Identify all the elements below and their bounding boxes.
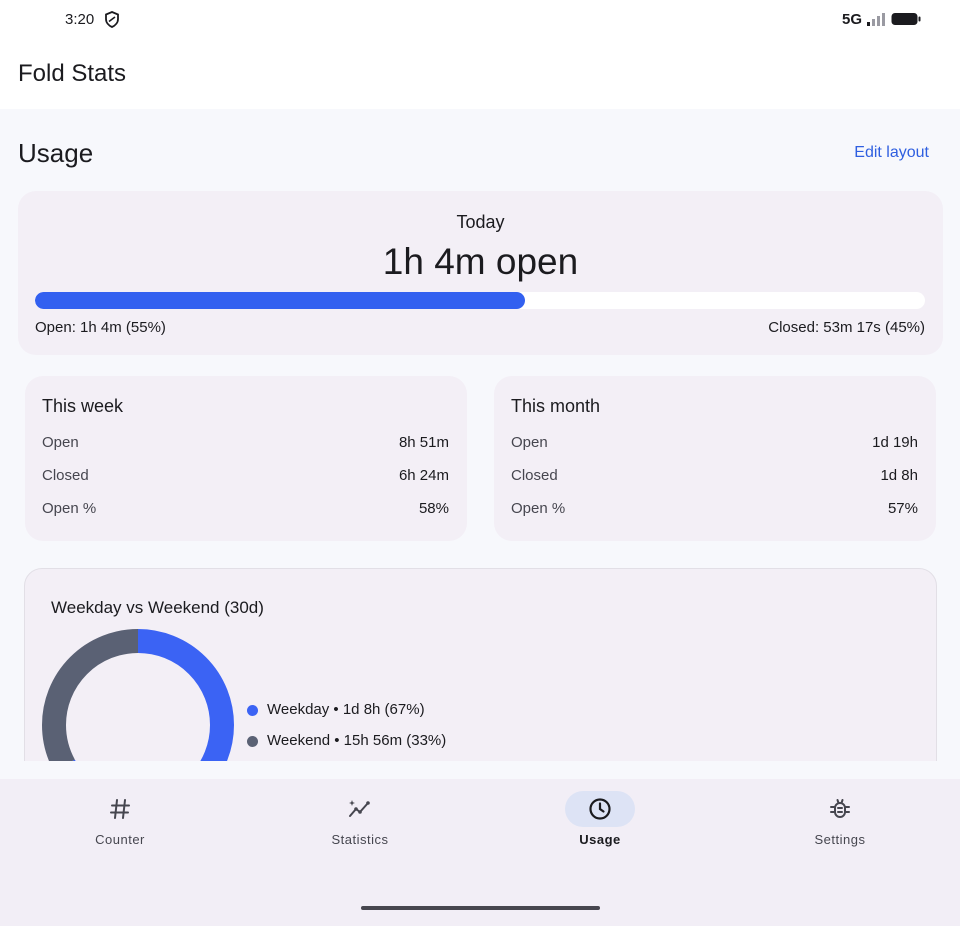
home-indicator[interactable] [361,906,600,910]
stat-label: Closed [42,467,89,484]
stat-value: 1d 19h [872,434,918,451]
today-label: Today [456,212,505,232]
clock-icon [589,798,611,820]
weekend-legend-text: Weekend • 15h 56m (33%) [267,732,447,749]
nav-icon-container [85,791,155,827]
stat-value: 8h 51m [398,434,449,451]
stat-label: Open [511,434,548,451]
nav-item-statistics[interactable]: Statistics [240,779,480,879]
today-closed-text: Closed: 53m 17s (45%) [768,319,925,336]
signal-icon [867,13,885,26]
edit-layout-button[interactable]: Edit layout [854,144,929,162]
shield-icon [105,11,119,28]
nav-label-counter: Counter [95,832,145,847]
weekday-legend-dot [247,705,258,716]
stat-label: Closed [511,467,558,484]
this-month-card: This month Open 1d 19h Closed 1d 8h Open… [494,376,936,541]
bottom-navigation: Counter Statistics Usage Settings [0,779,960,926]
nav-label-settings: Settings [814,832,866,847]
today-open-value: 1h 4m open [382,241,579,282]
nav-icon-container [325,791,395,827]
nav-item-counter[interactable]: Counter [0,779,240,879]
this-week-title: This week [42,396,124,416]
week-open-row: Open 8h 51m [42,434,449,454]
this-week-card: This week Open 8h 51m Closed 6h 24m Open… [25,376,467,541]
battery-icon [891,13,921,25]
nav-item-usage[interactable]: Usage [480,779,720,879]
stat-value: 6h 24m [398,467,449,484]
app-bar: Fold Stats [0,40,960,109]
nav-icon-container [805,791,875,827]
nav-label-usage: Usage [579,832,621,847]
today-card: Today 1h 4m open Open: 1h 4m (55%) Close… [18,191,943,355]
open-progress-fill [35,292,525,309]
stat-value: 58% [418,500,449,517]
stat-value: 57% [887,500,918,517]
month-closed-row: Closed 1d 8h [511,467,918,487]
status-time: 3:20 [65,11,95,28]
hash-icon [110,799,130,819]
weekday-weekend-donut [42,629,234,761]
today-open-text: Open: 1h 4m (55%) [35,319,166,336]
month-open-percent-row: Open % 57% [511,500,918,520]
stat-label: Open % [42,500,97,517]
nav-label-statistics: Statistics [331,832,389,847]
page-title: Usage [18,138,94,168]
usage-content[interactable]: Usage Edit layout Today 1h 4m open Open:… [0,109,960,761]
weekday-weekend-card: Weekday vs Weekend (30d) Weekday • 1d 8h… [24,568,937,761]
app-title: Fold Stats [18,60,127,87]
status-bar: 3:20 5G [0,0,960,40]
bug-gear-icon [830,799,850,818]
weekday-weekend-title: Weekday vs Weekend (30d) [51,598,264,617]
week-closed-row: Closed 6h 24m [42,467,449,487]
week-open-percent-row: Open % 58% [42,500,449,520]
weekend-legend-dot [247,736,258,747]
network-type: 5G [842,11,863,28]
stat-value: 1d 8h [880,467,918,484]
nav-active-indicator [565,791,635,827]
stat-label: Open [42,434,79,451]
stat-label: Open % [511,500,566,517]
open-closed-progress-bar [35,292,925,309]
month-open-row: Open 1d 19h [511,434,918,454]
nav-item-settings[interactable]: Settings [720,779,960,879]
trend-sparkle-icon [349,800,370,817]
weekday-legend-text: Weekday • 1d 8h (67%) [267,701,425,718]
this-month-title: This month [511,396,601,416]
